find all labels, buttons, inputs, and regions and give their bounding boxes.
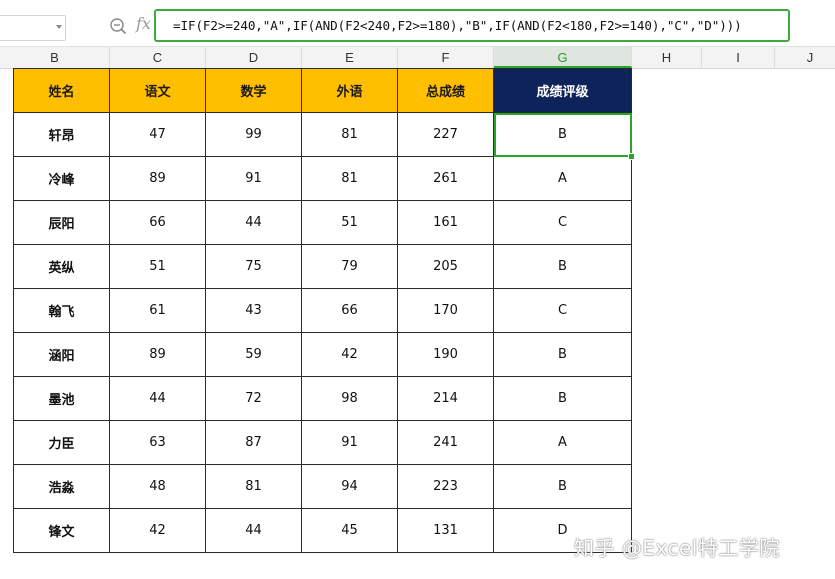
cell-grade[interactable]: A bbox=[493, 156, 632, 201]
cell-total[interactable]: 190 bbox=[397, 332, 494, 377]
cell-foreign[interactable]: 42 bbox=[301, 332, 398, 377]
column-header-g[interactable]: G bbox=[494, 47, 632, 68]
table-row: 轩昂 47 99 81 227 B bbox=[13, 112, 632, 157]
column-header-f[interactable]: F bbox=[398, 47, 494, 68]
cell-grade[interactable]: C bbox=[493, 200, 632, 245]
cell-foreign[interactable]: 81 bbox=[301, 112, 398, 157]
header-chinese[interactable]: 语文 bbox=[109, 68, 206, 113]
cell-total[interactable]: 223 bbox=[397, 464, 494, 509]
cell-chinese[interactable]: 66 bbox=[109, 200, 206, 245]
cell-math[interactable]: 44 bbox=[205, 508, 302, 553]
cell-total[interactable]: 170 bbox=[397, 288, 494, 333]
cell-grade[interactable]: A bbox=[493, 420, 632, 465]
table-row: 翰飞 61 43 66 170 C bbox=[13, 288, 632, 333]
cell-math[interactable]: 91 bbox=[205, 156, 302, 201]
table-row: 英纵 51 75 79 205 B bbox=[13, 244, 632, 289]
cell-name[interactable]: 墨池 bbox=[13, 376, 110, 421]
cell-total[interactable]: 241 bbox=[397, 420, 494, 465]
zoom-icon[interactable] bbox=[109, 17, 127, 35]
cell-foreign[interactable]: 79 bbox=[301, 244, 398, 289]
cell-math[interactable]: 99 bbox=[205, 112, 302, 157]
cell-foreign[interactable]: 91 bbox=[301, 420, 398, 465]
chevron-down-icon[interactable] bbox=[56, 25, 62, 29]
cell-math[interactable]: 81 bbox=[205, 464, 302, 509]
cell-name[interactable]: 英纵 bbox=[13, 244, 110, 289]
fill-handle[interactable] bbox=[628, 153, 635, 160]
cell-math[interactable]: 72 bbox=[205, 376, 302, 421]
table-header-row: 姓名 语文 数学 外语 总成绩 成绩评级 bbox=[13, 68, 632, 113]
table-row: 力臣 63 87 91 241 A bbox=[13, 420, 632, 465]
cell-name[interactable]: 翰飞 bbox=[13, 288, 110, 333]
formula-bar: fx =IF(F2>=240,"A",IF(AND(F2<240,F2>=180… bbox=[0, 0, 835, 44]
table-row: 冷峰 89 91 81 261 A bbox=[13, 156, 632, 201]
cell-foreign[interactable]: 66 bbox=[301, 288, 398, 333]
column-header-c[interactable]: C bbox=[110, 47, 206, 68]
cell-name[interactable]: 轩昂 bbox=[13, 112, 110, 157]
cell-chinese[interactable]: 44 bbox=[109, 376, 206, 421]
cell-math[interactable]: 44 bbox=[205, 200, 302, 245]
cell-total[interactable]: 214 bbox=[397, 376, 494, 421]
table-row: 涵阳 89 59 42 190 B bbox=[13, 332, 632, 377]
column-header-h[interactable]: H bbox=[632, 47, 702, 68]
cell-foreign[interactable]: 51 bbox=[301, 200, 398, 245]
cell-math[interactable]: 59 bbox=[205, 332, 302, 377]
cell-chinese[interactable]: 89 bbox=[109, 156, 206, 201]
header-grade[interactable]: 成绩评级 bbox=[493, 68, 632, 113]
cell-name[interactable]: 锋文 bbox=[13, 508, 110, 553]
cell-grade[interactable]: B bbox=[493, 376, 632, 421]
cell-chinese[interactable]: 47 bbox=[109, 112, 206, 157]
cell-total[interactable]: 131 bbox=[397, 508, 494, 553]
header-math[interactable]: 数学 bbox=[205, 68, 302, 113]
grade-table: 姓名 语文 数学 外语 总成绩 成绩评级 轩昂 47 99 81 227 B 冷… bbox=[13, 68, 632, 553]
column-header-e[interactable]: E bbox=[302, 47, 398, 68]
column-header-i[interactable]: I bbox=[702, 47, 775, 68]
fx-icon[interactable]: fx bbox=[136, 14, 151, 33]
column-header-d[interactable]: D bbox=[206, 47, 302, 68]
cell-chinese[interactable]: 48 bbox=[109, 464, 206, 509]
cell-math[interactable]: 87 bbox=[205, 420, 302, 465]
cell-grade[interactable]: B bbox=[493, 244, 632, 289]
cell-foreign[interactable]: 45 bbox=[301, 508, 398, 553]
cell-chinese[interactable]: 42 bbox=[109, 508, 206, 553]
cell-name[interactable]: 力臣 bbox=[13, 420, 110, 465]
cell-name[interactable]: 浩淼 bbox=[13, 464, 110, 509]
cell-math[interactable]: 75 bbox=[205, 244, 302, 289]
cell-math[interactable]: 43 bbox=[205, 288, 302, 333]
header-name[interactable]: 姓名 bbox=[13, 68, 110, 113]
cell-grade-active[interactable]: B bbox=[493, 112, 632, 157]
cell-total[interactable]: 205 bbox=[397, 244, 494, 289]
table-row: 锋文 42 44 45 131 D bbox=[13, 508, 632, 553]
cell-chinese[interactable]: 63 bbox=[109, 420, 206, 465]
column-header-row: B C D E F G H I J bbox=[0, 46, 835, 69]
column-header-b[interactable]: B bbox=[0, 47, 110, 68]
cell-foreign[interactable]: 98 bbox=[301, 376, 398, 421]
cell-grade[interactable]: B bbox=[493, 332, 632, 377]
cell-foreign[interactable]: 81 bbox=[301, 156, 398, 201]
cell-chinese[interactable]: 89 bbox=[109, 332, 206, 377]
cell-chinese[interactable]: 51 bbox=[109, 244, 206, 289]
header-foreign-language[interactable]: 外语 bbox=[301, 68, 398, 113]
table-row: 浩淼 48 81 94 223 B bbox=[13, 464, 632, 509]
cell-foreign[interactable]: 94 bbox=[301, 464, 398, 509]
table-row: 墨池 44 72 98 214 B bbox=[13, 376, 632, 421]
header-total[interactable]: 总成绩 bbox=[397, 68, 494, 113]
formula-input[interactable]: =IF(F2>=240,"A",IF(AND(F2<240,F2>=180),"… bbox=[154, 9, 790, 42]
column-header-j[interactable]: J bbox=[775, 47, 835, 68]
cell-grade[interactable]: C bbox=[493, 288, 632, 333]
name-box[interactable] bbox=[0, 15, 66, 41]
cell-name[interactable]: 冷峰 bbox=[13, 156, 110, 201]
cell-total[interactable]: 227 bbox=[397, 112, 494, 157]
cell-grade[interactable]: B bbox=[493, 464, 632, 509]
cell-total[interactable]: 161 bbox=[397, 200, 494, 245]
cell-name[interactable]: 辰阳 bbox=[13, 200, 110, 245]
cell-name[interactable]: 涵阳 bbox=[13, 332, 110, 377]
cell-chinese[interactable]: 61 bbox=[109, 288, 206, 333]
watermark: 知乎 @Excel特工学院 bbox=[574, 536, 780, 560]
cell-total[interactable]: 261 bbox=[397, 156, 494, 201]
table-row: 辰阳 66 44 51 161 C bbox=[13, 200, 632, 245]
